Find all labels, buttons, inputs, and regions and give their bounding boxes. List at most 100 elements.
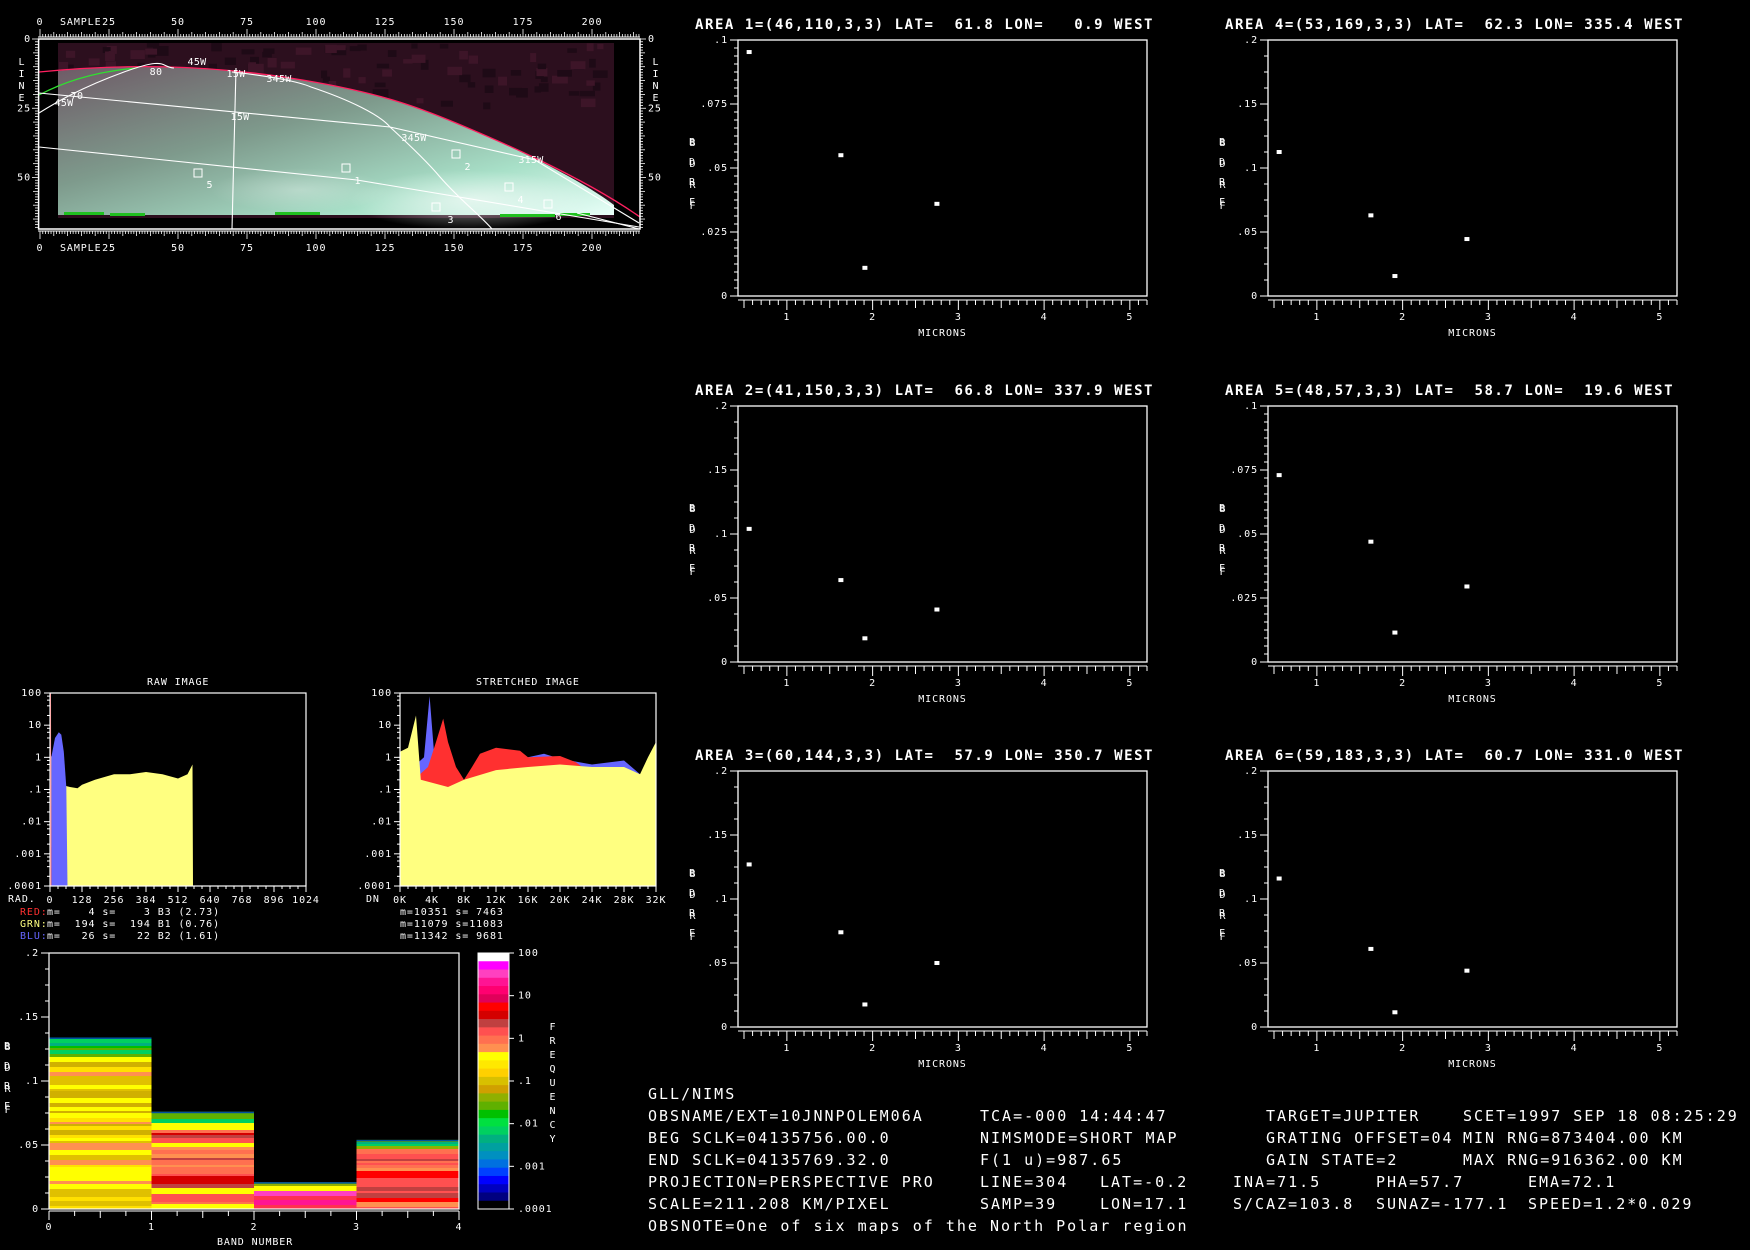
noise [321, 70, 328, 79]
x-tick-label: 0K [393, 895, 407, 906]
y-tick-label: .05 [707, 958, 728, 969]
data-point [862, 636, 868, 641]
sample-tick-label: 150 [444, 17, 465, 28]
y-axis-label-letter: R [688, 908, 696, 919]
green-edge [110, 213, 145, 216]
data-point [838, 153, 844, 158]
plot-frame [737, 405, 1148, 663]
sample-tick-label: 125 [375, 17, 396, 28]
y-tick-label: .2 [1244, 766, 1258, 777]
x-tick-label: 1024 [292, 895, 320, 906]
band-1-stripe [151, 1130, 254, 1133]
band-0-stripe [49, 1050, 152, 1054]
data-point [746, 50, 752, 55]
y-tick-label: .05 [18, 1140, 39, 1151]
x-tick-label: 1 [148, 1222, 155, 1233]
band-2-stripe [254, 1191, 357, 1196]
area-3-title: AREA 3=(60,144,3,3) LAT= 57.9 LON= 350.7… [695, 748, 1155, 764]
x-tick-label: 2 [869, 678, 876, 689]
y-tick-label: .0001 [357, 881, 392, 892]
x-tick-label: 512 [168, 895, 189, 906]
y-tick-label: .1 [25, 1076, 39, 1087]
band-0-stripe [49, 1138, 152, 1141]
colorbar-segment [478, 1175, 509, 1185]
y-tick-label: .15 [1237, 99, 1258, 110]
band-0-stripe [49, 1089, 152, 1091]
y-axis-label-letter: D [3, 1061, 11, 1072]
x-tick-label: 2 [251, 1222, 258, 1233]
data-point [1276, 150, 1282, 154]
y-tick-label: 10 [378, 720, 392, 731]
band-0-stripe [49, 1141, 152, 1143]
band-2-stripe [254, 1196, 357, 1200]
data-point [1464, 584, 1470, 589]
colorbar-segment [478, 961, 509, 971]
y-axis-label-letter: B [3, 1041, 11, 1052]
x-axis-label: MICRONS [918, 328, 966, 339]
data-point [1368, 213, 1374, 218]
band-0-stripe [49, 1177, 152, 1181]
green-edge [500, 214, 555, 217]
noise [439, 43, 449, 49]
colorbar-label-letter: F [550, 1022, 557, 1033]
y-tick-label: .1 [1244, 894, 1258, 905]
line-tick-label: 25 [17, 103, 31, 114]
green-edge [275, 212, 320, 215]
info-sunaz: SUNAZ=-177.1 [1376, 1195, 1509, 1213]
info-beg-sclk: BEG SCLK=04135756.00.0 [648, 1129, 891, 1147]
noise [467, 82, 476, 88]
band-3-stripe [356, 1154, 459, 1159]
colorbar-label-letter: U [550, 1078, 557, 1089]
band-0-stripe [49, 1130, 152, 1135]
noise [468, 55, 479, 64]
band-3-stripe [356, 1176, 459, 1178]
band-frequency-chart: .2.15.1.0500 1 2 3 4100101.1.01.001.0001FREQ… [18, 948, 557, 1233]
noise [459, 74, 471, 83]
x-tick-label: 1 [783, 312, 790, 323]
band-1-stripe [151, 1156, 254, 1158]
colorbar-segment [478, 1200, 509, 1210]
colorbar-segment [478, 1019, 509, 1028]
colorbar-segment [478, 1052, 509, 1061]
band-1-stripe [151, 1138, 254, 1143]
x-tick-label: 4 [1041, 312, 1048, 323]
y-axis-label-letter: F [688, 197, 696, 208]
raw-histogram-title: RAW IMAGE [147, 677, 210, 688]
x-tick-label: 4 [1571, 678, 1578, 689]
raw-stat-blu: m= 26 s= 22 B2 (1.61) [47, 931, 221, 942]
colorbar-label-letter: R [550, 1036, 557, 1047]
band-1-stripe [151, 1158, 254, 1160]
noise [580, 98, 596, 108]
band-0-stripe [49, 1067, 152, 1072]
band-1-stripe [151, 1123, 254, 1127]
band-1-stripe [151, 1143, 254, 1147]
band-3-stripe [356, 1165, 459, 1168]
colorbar-tick-label: .001 [518, 1161, 546, 1172]
data-point [934, 201, 940, 206]
line-tick-label: 0 [648, 34, 655, 45]
band-0-stripe [49, 1062, 152, 1067]
data-point [1368, 539, 1374, 544]
data-point [1392, 630, 1398, 635]
x-tick-label: 384 [136, 895, 157, 906]
y-axis-label-letter: D [1218, 888, 1226, 899]
y-tick-label: .15 [707, 465, 728, 476]
area-box-label: 5 [207, 180, 214, 191]
x-tick-label: 5 [1126, 678, 1133, 689]
noise [130, 50, 145, 60]
data-point [1392, 1010, 1398, 1015]
x-tick-label: 5 [1126, 312, 1133, 323]
band-1-stripe [151, 1188, 254, 1192]
band-0-stripe [49, 1081, 152, 1083]
y-tick-label: 10 [28, 720, 42, 731]
area-plot-6: .2 .15 .1 .05 0 1 2 3 4 5 MICRONS [1237, 766, 1678, 1070]
x-tick-label: 896 [264, 895, 285, 906]
band-2-stripe [254, 1200, 357, 1205]
y-tick-label: 1 [385, 752, 392, 763]
colorbar-segment [478, 986, 509, 995]
y-tick-label: .1 [1244, 163, 1258, 174]
band-1-stripe [151, 1133, 254, 1135]
data-point [1392, 274, 1398, 279]
noise [387, 50, 397, 57]
sample-tick-label: 25 [102, 243, 116, 254]
